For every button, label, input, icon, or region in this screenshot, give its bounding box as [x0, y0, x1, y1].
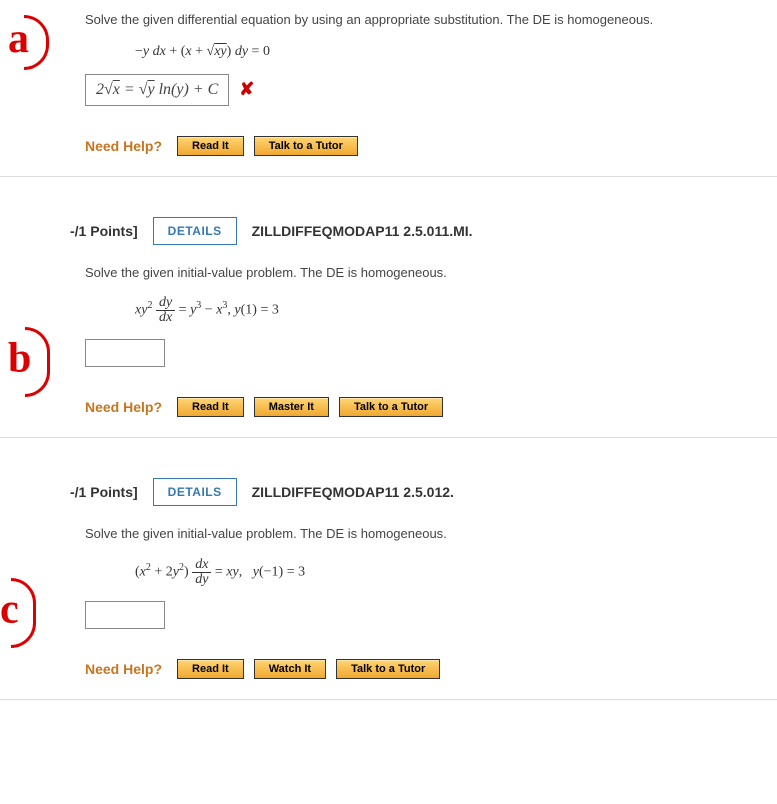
- watch-it-button[interactable]: Watch It: [254, 659, 326, 679]
- question-3: c -/1 Points] DETAILS ZILLDIFFEQMODAP11 …: [0, 468, 777, 700]
- master-it-button[interactable]: Master It: [254, 397, 329, 417]
- question-header: -/1 Points] DETAILS ZILLDIFFEQMODAP11 2.…: [70, 478, 777, 506]
- topic-label: ZILLDIFFEQMODAP11 2.5.011.MI.: [252, 223, 473, 239]
- read-it-button[interactable]: Read It: [177, 136, 244, 156]
- instruction-text: Solve the given initial-value problem. T…: [85, 524, 777, 544]
- equation: (x2 + 2y2) dxdy = xy, y(−1) = 3: [135, 558, 777, 587]
- talk-tutor-button[interactable]: Talk to a Tutor: [254, 136, 358, 156]
- question-header: -/1 Points] DETAILS ZILLDIFFEQMODAP11 2.…: [70, 217, 777, 245]
- read-it-button[interactable]: Read It: [177, 397, 244, 417]
- question-2: b -/1 Points] DETAILS ZILLDIFFEQMODAP11 …: [0, 207, 777, 439]
- points-label: -/1 Points]: [70, 484, 138, 500]
- answer-input[interactable]: [85, 339, 165, 367]
- handwriting-b: b: [8, 327, 50, 397]
- need-help-label: Need Help?: [85, 661, 162, 677]
- details-button[interactable]: DETAILS: [153, 217, 237, 245]
- topic-label: ZILLDIFFEQMODAP11 2.5.012.: [252, 484, 454, 500]
- equation: xy2 dydx = y3 − x3, y(1) = 3: [135, 296, 777, 325]
- answer-input[interactable]: 2√x = √y ln(y) + C: [85, 74, 229, 106]
- need-help-label: Need Help?: [85, 399, 162, 415]
- answer-row: 2√x = √y ln(y) + C ✘: [85, 74, 777, 106]
- answer-row: [85, 601, 777, 629]
- instruction-text: Solve the given initial-value problem. T…: [85, 263, 777, 283]
- question-1: a Solve the given differential equation …: [0, 0, 777, 177]
- talk-tutor-button[interactable]: Talk to a Tutor: [339, 397, 443, 417]
- answer-input[interactable]: [85, 601, 165, 629]
- instruction-text: Solve the given differential equation by…: [85, 10, 777, 30]
- read-it-button[interactable]: Read It: [177, 659, 244, 679]
- points-label: -/1 Points]: [70, 223, 138, 239]
- answer-row: [85, 339, 777, 367]
- talk-tutor-button[interactable]: Talk to a Tutor: [336, 659, 440, 679]
- help-row: Need Help? Read It Talk to a Tutor: [85, 136, 777, 156]
- help-row: Need Help? Read It Master It Talk to a T…: [85, 397, 777, 417]
- equation: −y dx + (x + √xy) dy = 0: [135, 44, 777, 60]
- help-row: Need Help? Read It Watch It Talk to a Tu…: [85, 659, 777, 679]
- handwriting-a: a: [8, 15, 49, 70]
- incorrect-icon: ✘: [239, 79, 254, 100]
- details-button[interactable]: DETAILS: [153, 478, 237, 506]
- need-help-label: Need Help?: [85, 138, 162, 154]
- handwriting-c: c: [0, 578, 36, 648]
